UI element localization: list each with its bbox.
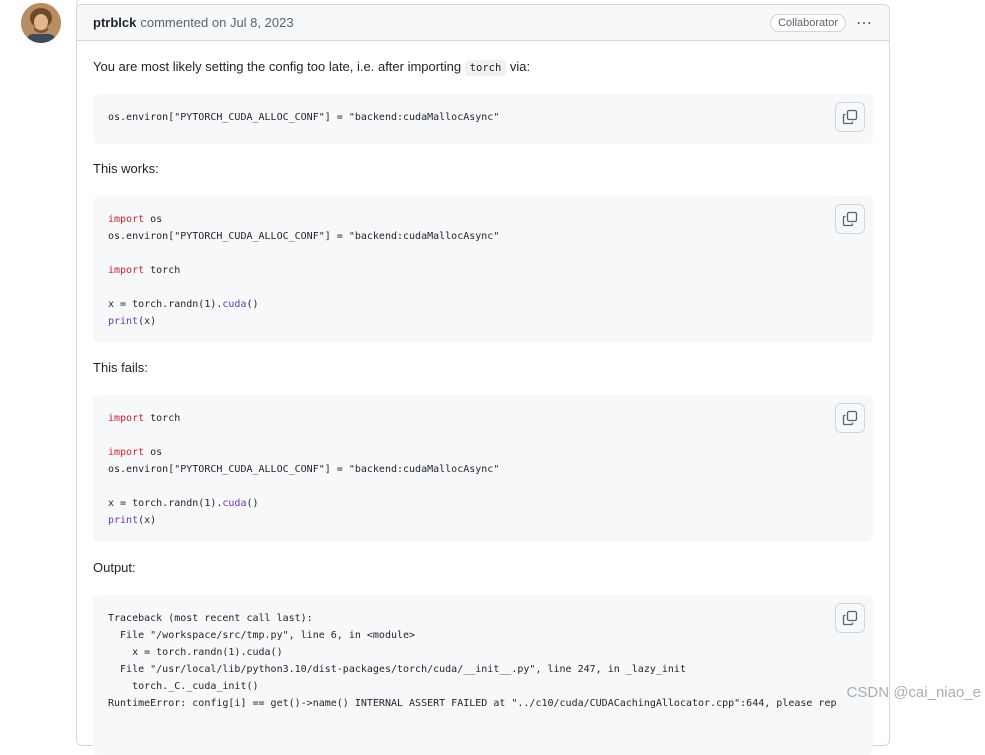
collaborator-badge: Collaborator bbox=[770, 13, 846, 32]
comment-timestamp[interactable]: commented on Jul 8, 2023 bbox=[140, 15, 293, 30]
copy-button[interactable] bbox=[835, 403, 865, 433]
author-name[interactable]: ptrblck bbox=[93, 15, 136, 30]
works-paragraph: This works: bbox=[93, 161, 159, 176]
copy-button[interactable] bbox=[835, 102, 865, 132]
copy-button[interactable] bbox=[835, 603, 865, 633]
comment-box: ptrblck commented on Jul 8, 2023 Collabo… bbox=[76, 4, 890, 755]
comment-header: ptrblck commented on Jul 8, 2023 Collabo… bbox=[77, 5, 889, 41]
code-block: import os os.environ["PYTORCH_CUDA_ALLOC… bbox=[93, 196, 873, 343]
inline-code: torch bbox=[464, 60, 507, 76]
avatar[interactable] bbox=[21, 3, 61, 43]
kebab-horizontal-icon[interactable]: ⋯ bbox=[856, 13, 873, 33]
output-paragraph: Output: bbox=[93, 560, 136, 575]
copy-icon bbox=[842, 211, 858, 227]
copy-icon bbox=[842, 410, 858, 426]
intro-paragraph: You are most likely setting the config t… bbox=[93, 59, 531, 76]
watermark: CSDN @cai_niao_e bbox=[846, 684, 981, 701]
copy-icon bbox=[842, 109, 858, 125]
code-block: os.environ["PYTORCH_CUDA_ALLOC_CONF"] = … bbox=[93, 94, 873, 144]
copy-icon bbox=[842, 610, 858, 626]
code-block: import torch import os os.environ["PYTOR… bbox=[93, 395, 873, 542]
fails-paragraph: This fails: bbox=[93, 360, 148, 375]
code-block: Traceback (most recent call last): File … bbox=[93, 595, 873, 755]
copy-button[interactable] bbox=[835, 204, 865, 234]
code-line: os.environ["PYTORCH_CUDA_ALLOC_CONF"] = … bbox=[108, 112, 500, 123]
avatar-image bbox=[21, 3, 61, 43]
